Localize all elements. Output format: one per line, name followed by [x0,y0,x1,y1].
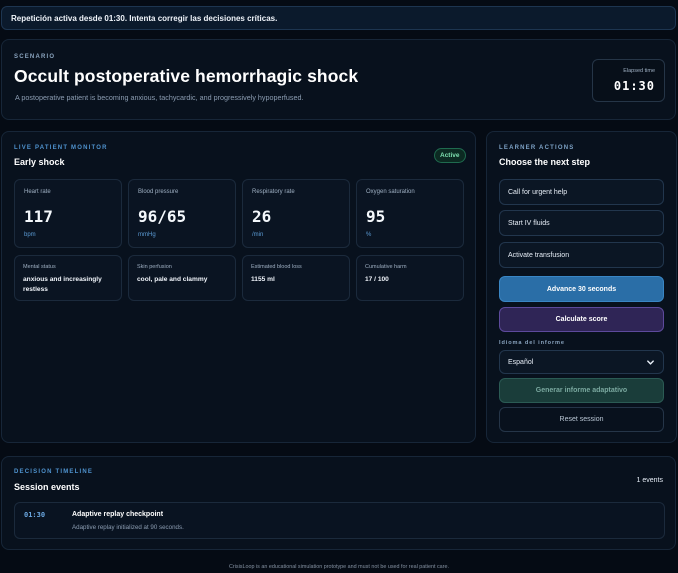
decision-timeline-card: Decision timeline Session events 1 event… [1,456,676,550]
replay-banner: Repetición activa desde 01:30. Intenta c… [1,6,676,30]
vital-unit: % [366,232,372,238]
timeline-title: Session events [14,482,80,492]
activate-transfusion-button[interactable]: Activate transfusion [499,242,664,268]
vital-label: Heart rate [24,189,51,195]
report-language-value: Español [508,358,534,366]
timeline-event: 01:30 Adaptive replay checkpoint Adaptiv… [14,502,665,539]
vital-value: 96/65 [138,207,187,226]
scenario-title: Occult postoperative hemorrhagic shock [14,66,359,86]
vital-oxygen-saturation: Oxygen saturation 95 % [356,179,464,248]
call-urgent-help-button[interactable]: Call for urgent help [499,179,664,205]
vital-heart-rate: Heart rate 117 bpm [14,179,122,248]
vital-respiratory-rate: Respiratory rate 26 /min [242,179,350,248]
stat-label: Mental status [23,264,56,270]
stat-skin-perfusion: Skin perfusion cool, pale and clammy [128,255,236,301]
chevron-down-icon [647,359,654,365]
stat-value: anxious and increasingly restless [23,276,102,293]
stat-value: 1155 ml [251,276,275,283]
event-count: 1 events [636,477,663,484]
vital-label: Blood pressure [138,189,179,195]
status-badge: Active [434,148,466,163]
monitor-kicker: Live patient monitor [14,145,108,151]
event-title: Adaptive replay checkpoint [72,511,164,518]
stat-label: Skin perfusion [137,264,172,270]
generate-report-button[interactable]: Generar informe adaptativo [499,378,664,403]
actions-kicker: Learner actions [499,145,575,151]
vital-value: 26 [252,207,272,226]
stat-label: Cumulative harm [365,264,407,270]
stat-value: cool, pale and clammy [137,276,208,283]
vital-unit: mmHg [138,232,156,238]
patient-monitor-card: Live patient monitor Early shock Active … [1,131,476,443]
stat-label: Estimated blood loss [251,264,302,270]
vital-value: 95 [366,207,386,226]
actions-title: Choose the next step [499,157,591,167]
vital-blood-pressure: Blood pressure 96/65 mmHg [128,179,236,248]
footer-disclaimer: CrisisLoop is an educational simulation … [229,564,449,570]
elapsed-label: Elapsed time [623,68,655,74]
vital-value: 117 [24,207,53,226]
scenario-kicker: Scenario [14,54,56,60]
calculate-score-button[interactable]: Calculate score [499,307,664,332]
start-iv-fluids-button[interactable]: Start IV fluids [499,210,664,236]
elapsed-timer: Elapsed time 01:30 [592,59,665,102]
vital-unit: bpm [24,232,36,238]
timeline-kicker: Decision timeline [14,469,94,475]
learner-actions-card: Learner actions Choose the next step Cal… [486,131,677,443]
scenario-card: Scenario Occult postoperative hemorrhagi… [1,39,676,120]
stat-value: 17 / 100 [365,276,389,283]
stat-mental-status: Mental status anxious and increasingly r… [14,255,122,301]
event-detail: Adaptive replay initialized at 90 second… [72,524,184,531]
advance-30-seconds-button[interactable]: Advance 30 seconds [499,276,664,302]
reset-session-button[interactable]: Reset session [499,407,664,432]
stat-blood-loss: Estimated blood loss 1155 ml [242,255,350,301]
monitor-stage: Early shock [14,157,65,167]
report-language-label: Idioma del informe [499,340,565,346]
vital-label: Oxygen saturation [366,189,415,195]
event-time: 01:30 [24,511,46,519]
vital-label: Respiratory rate [252,189,295,195]
vital-unit: /min [252,232,264,238]
elapsed-value: 01:30 [613,79,655,93]
stat-cumulative-harm: Cumulative harm 17 / 100 [356,255,464,301]
scenario-description: A postoperative patient is becoming anxi… [15,93,304,102]
report-language-select[interactable]: Español [499,350,664,374]
